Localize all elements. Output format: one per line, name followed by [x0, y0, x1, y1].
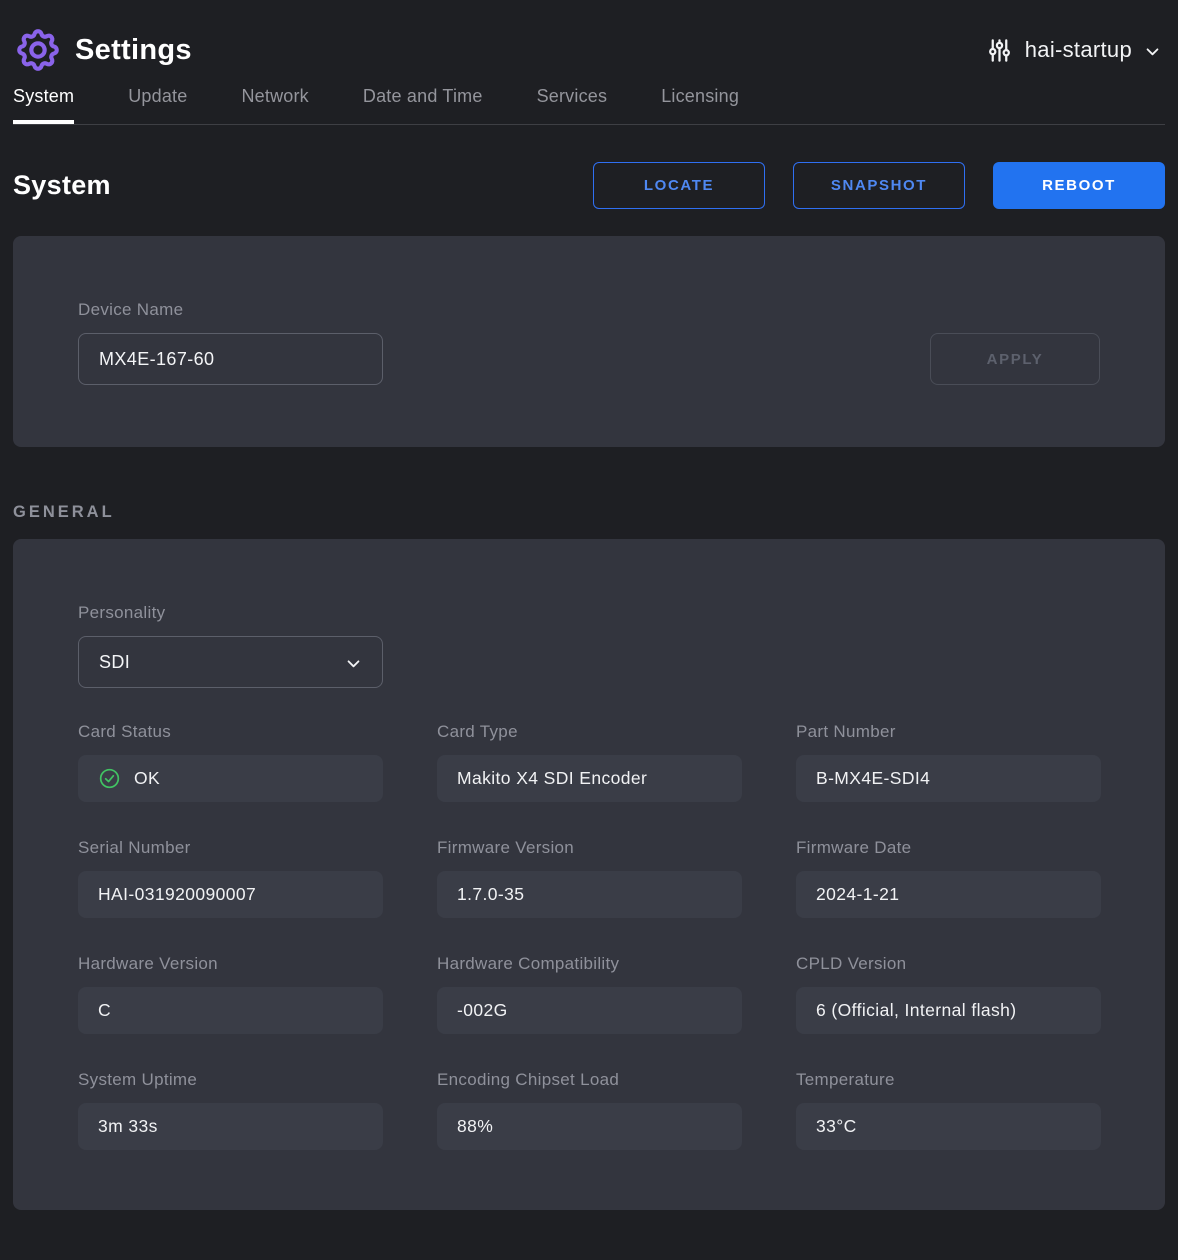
check-circle-icon	[98, 767, 121, 790]
field-value: -002G	[457, 1000, 508, 1021]
field-value: 88%	[457, 1116, 493, 1137]
personality-value: SDI	[99, 652, 130, 673]
field-temperature: Temperature 33°C	[796, 1070, 1101, 1150]
field-system-uptime: System Uptime 3m 33s	[78, 1070, 383, 1150]
field-value: Makito X4 SDI Encoder	[457, 768, 647, 789]
field-firmware-version: Firmware Version 1.7.0-35	[437, 838, 742, 918]
field-label: Card Type	[437, 722, 742, 742]
tab-system[interactable]: System	[13, 86, 74, 124]
tab-services[interactable]: Services	[537, 86, 608, 124]
field-value-box: 33°C	[796, 1103, 1101, 1150]
field-value-box: C	[78, 987, 383, 1034]
device-selector[interactable]: hai-startup	[986, 37, 1165, 64]
field-encoding-chipset-load: Encoding Chipset Load 88%	[437, 1070, 742, 1150]
device-selector-label: hai-startup	[1025, 37, 1132, 63]
settings-gear-icon	[13, 25, 63, 75]
field-cpld-version: CPLD Version 6 (Official, Internal flash…	[796, 954, 1101, 1034]
general-card: Personality SDI Card Status OK	[13, 539, 1165, 1210]
chevron-down-icon	[345, 655, 362, 672]
field-label: Part Number	[796, 722, 1101, 742]
field-value-box: 88%	[437, 1103, 742, 1150]
field-value-box: 6 (Official, Internal flash)	[796, 987, 1101, 1034]
field-label: Hardware Version	[78, 954, 383, 974]
field-part-number: Part Number B-MX4E-SDI4	[796, 722, 1101, 802]
general-section-heading: GENERAL	[13, 503, 1165, 522]
apply-button[interactable]: APPLY	[930, 333, 1100, 385]
field-value: 33°C	[816, 1116, 857, 1137]
device-name-input[interactable]	[78, 333, 383, 385]
section-header: System LOCATE SNAPSHOT REBOOT	[13, 162, 1165, 209]
field-value-box: Makito X4 SDI Encoder	[437, 755, 742, 802]
field-value-box: 3m 33s	[78, 1103, 383, 1150]
personality-label: Personality	[78, 603, 1100, 623]
settings-page: Settings hai-startup System Update Netwo…	[0, 0, 1178, 1210]
tab-network[interactable]: Network	[241, 86, 308, 124]
field-value: 1.7.0-35	[457, 884, 524, 905]
field-value: B-MX4E-SDI4	[816, 768, 930, 789]
field-label: Card Status	[78, 722, 383, 742]
app-header: Settings hai-startup	[13, 0, 1165, 78]
tab-date-and-time[interactable]: Date and Time	[363, 86, 483, 124]
field-label: CPLD Version	[796, 954, 1101, 974]
field-value: C	[98, 1000, 111, 1021]
field-label: System Uptime	[78, 1070, 383, 1090]
field-value: 2024-1-21	[816, 884, 899, 905]
field-hardware-compatibility: Hardware Compatibility -002G	[437, 954, 742, 1034]
field-value-box: B-MX4E-SDI4	[796, 755, 1101, 802]
personality-select[interactable]: SDI	[78, 636, 383, 688]
field-card-status: Card Status OK	[78, 722, 383, 802]
field-label: Serial Number	[78, 838, 383, 858]
field-card-type: Card Type Makito X4 SDI Encoder	[437, 722, 742, 802]
field-value-box: 1.7.0-35	[437, 871, 742, 918]
field-value: HAI-031920090007	[98, 884, 256, 905]
field-value: OK	[134, 768, 160, 789]
device-name-label: Device Name	[78, 300, 383, 320]
tab-licensing[interactable]: Licensing	[661, 86, 739, 124]
field-serial-number: Serial Number HAI-031920090007	[78, 838, 383, 918]
field-value-box: -002G	[437, 987, 742, 1034]
field-value: 3m 33s	[98, 1116, 158, 1137]
device-name-card: Device Name APPLY	[13, 236, 1165, 447]
field-label: Encoding Chipset Load	[437, 1070, 742, 1090]
field-label: Firmware Version	[437, 838, 742, 858]
action-buttons: LOCATE SNAPSHOT REBOOT	[593, 162, 1165, 209]
field-hardware-version: Hardware Version C	[78, 954, 383, 1034]
snapshot-button[interactable]: SNAPSHOT	[793, 162, 965, 209]
general-fields-grid: Card Status OK Card Type Makito X4 SDI E…	[78, 722, 1100, 1150]
field-label: Hardware Compatibility	[437, 954, 742, 974]
field-value: 6 (Official, Internal flash)	[816, 1000, 1017, 1021]
reboot-button[interactable]: REBOOT	[993, 162, 1165, 209]
tab-update[interactable]: Update	[128, 86, 187, 124]
field-label: Temperature	[796, 1070, 1101, 1090]
section-title: System	[13, 170, 111, 201]
field-label: Firmware Date	[796, 838, 1101, 858]
field-value-box: OK	[78, 755, 383, 802]
tab-bar: System Update Network Date and Time Serv…	[13, 86, 1165, 125]
sliders-icon	[986, 37, 1013, 64]
locate-button[interactable]: LOCATE	[593, 162, 765, 209]
chevron-down-icon	[1144, 43, 1161, 60]
field-value-box: 2024-1-21	[796, 871, 1101, 918]
field-value-box: HAI-031920090007	[78, 871, 383, 918]
page-title: Settings	[75, 34, 192, 67]
device-name-field: Device Name	[78, 300, 383, 385]
personality-field: Personality SDI	[78, 603, 1100, 688]
field-firmware-date: Firmware Date 2024-1-21	[796, 838, 1101, 918]
